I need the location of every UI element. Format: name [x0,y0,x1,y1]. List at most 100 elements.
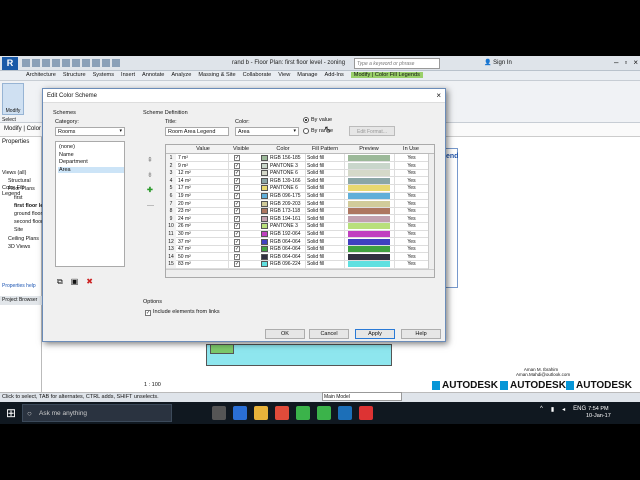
ok-button[interactable]: OK [265,329,305,339]
close-views-icon[interactable] [112,59,120,67]
visible-checkbox[interactable]: ✓ [234,253,240,260]
color-swatch[interactable] [261,200,268,207]
restore-icon[interactable]: ▫ [624,58,627,67]
ribbon-tab[interactable]: Manage [297,72,317,78]
ribbon-tab[interactable]: View [278,72,290,78]
scheme-list-item[interactable]: Area [58,166,124,173]
visible-checkbox[interactable]: ✓ [234,185,240,192]
color-swatch[interactable] [261,223,268,230]
add-row-icon[interactable]: ✚ [147,183,154,198]
visible-checkbox[interactable]: ✓ [234,246,240,253]
chevron-up-icon[interactable]: ^ [540,406,543,413]
edit-format-button[interactable]: Edit Format... [349,126,395,136]
column-header[interactable]: Fill Pattern [305,146,345,152]
view-scale[interactable]: 1 : 100 [144,382,161,388]
color-select[interactable]: Area ▾ [235,127,299,136]
scheme-list-item[interactable]: Name [58,152,124,158]
ribbon-tab[interactable]: Add-Ins [325,72,344,78]
modify-button[interactable]: Modify [2,83,24,115]
ribbon-tab[interactable]: Collaborate [243,72,272,78]
visible-checkbox[interactable]: ✓ [234,200,240,207]
chrome-icon[interactable] [275,406,289,420]
color-swatch[interactable] [261,170,268,177]
redo-icon[interactable] [52,59,60,67]
browser-tree-item[interactable]: Views (all) [2,170,26,176]
visible-checkbox[interactable]: ✓ [234,193,240,199]
ribbon-tab[interactable]: Massing & Site [198,72,235,78]
ribbon-tab[interactable]: Analyze [171,72,191,78]
column-header[interactable]: Value [177,146,229,152]
help-button[interactable]: Help [401,329,441,339]
visible-checkbox[interactable]: ✓ [234,162,240,169]
color-swatch[interactable] [261,253,268,260]
visible-checkbox[interactable]: ✓ [234,231,240,237]
close-icon[interactable]: × [436,91,441,100]
browser-tree-item[interactable]: Site [14,227,23,233]
recorder-icon[interactable] [359,406,373,420]
browser-tree-item[interactable]: first [14,195,23,201]
ribbon-tab[interactable]: Insert [121,72,135,78]
ribbon-tab[interactable]: Architecture [26,72,56,78]
revit-taskbar-icon[interactable] [338,406,352,420]
delete-icon[interactable]: ✖ [86,277,93,287]
color-name[interactable]: RGB 096-224 [270,260,304,268]
remove-row-icon[interactable]: — [147,198,154,213]
save-icon[interactable] [32,59,40,67]
text-icon[interactable] [82,59,90,67]
color-swatch[interactable] [261,215,268,222]
visible-checkbox[interactable]: ✓ [234,215,240,222]
section-icon[interactable] [102,59,110,67]
color-swatch[interactable] [261,231,268,237]
cortana-search[interactable]: ○ Ask me anything [22,404,172,422]
help-search-input[interactable]: Type a keyword or phrase [354,58,440,69]
visible-checkbox[interactable]: ✓ [234,155,240,161]
language-indicator[interactable]: ENG [573,406,586,413]
visible-checkbox[interactable]: ✓ [234,208,240,215]
cancel-button[interactable]: Cancel [309,329,349,339]
browser-tree-item[interactable]: Structural [8,178,31,184]
floor-plan-room-green[interactable] [210,344,234,354]
ribbon-tab[interactable]: Annotate [142,72,164,78]
color-swatch[interactable] [261,238,268,245]
category-select[interactable]: Rooms ▾ [55,127,125,136]
camtasia-recorder-icon[interactable] [317,406,331,420]
color-swatch[interactable] [261,193,268,199]
task-view-icon[interactable] [212,406,226,420]
color-swatch[interactable] [261,177,268,184]
minimize-icon[interactable]: – [614,58,618,67]
ribbon-tab[interactable]: Structure [63,72,86,78]
by-range-radio[interactable] [303,128,309,134]
legend-frame[interactable] [444,148,458,288]
move-down-icon[interactable]: ⇟ [147,168,154,183]
open-icon[interactable] [22,59,30,67]
color-swatch[interactable] [261,208,268,215]
browser-tree-item[interactable]: Floor Plans [8,186,35,192]
visible-checkbox[interactable]: ✓ [234,177,240,184]
value-cell[interactable]: 83 m² [177,260,229,269]
ribbon-tab[interactable]: Modify | Color Fill Legends [350,72,423,78]
title-input[interactable]: Room Area Legend [165,127,229,136]
column-header[interactable]: Color [261,146,305,152]
browser-tree-item[interactable]: Ceiling Plans [8,236,39,242]
column-header[interactable]: Preview [348,146,390,152]
apply-button[interactable]: Apply [355,329,395,339]
clock[interactable]: 7:54 PM 10-Jan-17 [586,406,611,420]
horizontal-scrollbar[interactable] [166,269,434,277]
color-swatch[interactable] [261,162,268,169]
visible-checkbox[interactable]: ✓ [234,238,240,245]
visible-checkbox[interactable]: ✓ [234,170,240,177]
by-value-radio[interactable] [303,117,309,123]
color-swatch[interactable] [261,246,268,253]
column-header[interactable]: In Use [394,146,428,152]
revit-logo-icon[interactable]: R [2,57,18,70]
close-window-icon[interactable]: × [633,58,638,67]
visible-checkbox[interactable]: ✓ [234,223,240,230]
rename-icon[interactable]: ▣ [71,277,79,287]
properties-help-link[interactable]: Properties help [2,283,36,289]
scheme-list-item[interactable]: Department [58,159,124,165]
windows-start-icon[interactable]: ⊞ [4,406,18,420]
dialog-titlebar[interactable]: Edit Color Scheme × [43,89,445,103]
include-links-checkbox[interactable]: ✓ [145,310,151,316]
visible-checkbox[interactable]: ✓ [234,261,240,268]
ribbon-tab[interactable]: Systems [93,72,114,78]
